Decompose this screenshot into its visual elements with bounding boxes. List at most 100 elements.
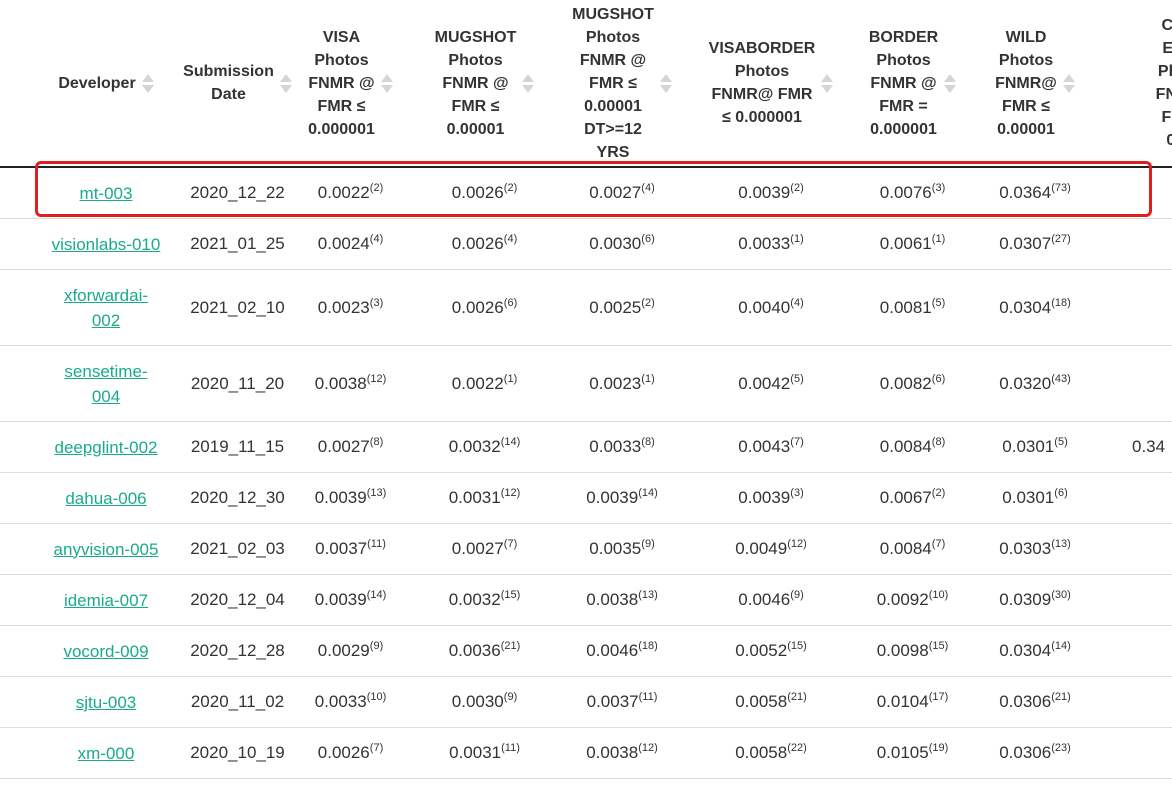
fnmr-cell: 0.0301(5) [974,421,1096,473]
rank-superscript: (2) [641,296,655,309]
fnmr-value: 0.0081 [879,297,932,317]
sort-up-icon [380,73,393,82]
column-header-visa[interactable]: VISA Photos FNMR @ FMR ≤ 0.000001 [285,0,416,168]
header-row: Developer Submission Date VISA Photos FNMR @ F… [0,0,1172,168]
rank-superscript: (30) [1051,589,1071,601]
fnmr-value: 0.0320 [999,373,1052,393]
fnmr-cell: 0.0043(7) [691,421,851,473]
fnmr-value: 0.0038 [586,590,639,609]
fnmr-cell: 0.0024(4) [285,218,416,270]
column-header-wild[interactable]: WILD Photos FNMR@ FMR ≤ 0.00001 [974,0,1096,168]
developer-link[interactable]: sjtu-003 [76,690,136,715]
column-header-content: VISABORDER Photos FNMR@ FMR ≤ 0.000001 [691,37,851,129]
rank-superscript: (14) [638,487,658,499]
rank-value: 19 [932,742,945,754]
sort-down-icon [821,84,834,93]
fnmr-cell: 0.0026(4) [416,218,553,270]
sort-icon[interactable] [659,73,672,93]
developer-link[interactable]: xforwardai-002 [60,283,152,333]
column-header-content: MUGSHOT Photos FNMR @ FMR ≤ 0.00001 [416,26,553,141]
column-header-content: VISA Photos FNMR @ FMR ≤ 0.000001 [285,26,416,141]
rank-value: 30 [1054,589,1068,601]
column-header-line: MUGSHOT [572,5,654,23]
developer-cell: xm-000 [0,727,190,779]
rank-superscript: (2) [790,182,804,194]
sort-down-icon [141,84,154,93]
rank-superscript: (6) [503,296,518,309]
submission-date-cell: 2020_12_28 [190,625,285,677]
developer-link[interactable]: visionlabs-010 [52,232,161,257]
rank-value: 21 [790,691,804,703]
fnmr-value: 0.0301 [1002,488,1055,507]
column-header-line: Photos [734,63,790,80]
submission-date-cell: 2019_11_15 [190,421,285,473]
sort-icon[interactable] [944,73,957,93]
fnmr-value: 0.0301 [1002,437,1055,456]
developer-link[interactable]: vocord-009 [63,639,148,664]
fnmr-cell: 0.0033(8) [553,421,691,473]
developer-cell: sensetime-004 [0,345,190,422]
fnmr-cell: 0.0092(10) [851,574,974,626]
sort-icon[interactable] [821,73,834,93]
column-header-visaborder[interactable]: VISABORDER Photos FNMR@ FMR ≤ 0.000001 [691,0,851,168]
rank-superscript: (14) [1051,640,1071,652]
column-header-label: WILD Photos FNMR@ FMR ≤ 0.00001 [995,26,1057,141]
sort-icon[interactable] [279,73,292,93]
developer-cell: visionlabs-010 [0,218,190,270]
column-header-submission-date[interactable]: Submission Date [183,0,292,168]
fnmr-cell: 0.0027(4) [553,167,691,219]
column-header-line: Submission [183,63,274,80]
fnmr-value: 0.0038 [586,743,639,762]
fnmr-cell: 0.0301(6) [974,472,1096,524]
fnmr-value: 0.0027 [451,539,504,558]
fnmr-cell: 0.0039(14) [285,574,416,626]
rank-value: 14 [370,589,383,601]
developer-link[interactable]: xm-000 [78,741,135,766]
fnmr-cell: 0.0049(12) [691,523,851,575]
column-header-line: FMR ≤ [1002,97,1050,115]
column-header-line: VISA [322,28,361,46]
rank-superscript: (11) [367,538,386,550]
fnmr-value: 0.0042 [738,373,791,393]
fnmr-cell: 0.0084(7) [851,523,974,575]
column-header-line: Date [211,86,246,103]
rank-superscript: (1) [641,372,655,385]
rank-superscript: (13) [638,589,658,601]
developer-link[interactable]: dahua-006 [65,486,146,511]
developer-link[interactable]: sensetime-004 [60,359,152,409]
fnmr-value: 0.0309 [999,590,1052,609]
sort-down-icon [944,84,957,93]
fnmr-value: 0.0364 [999,183,1052,202]
extra-column-cell [1096,676,1172,728]
sort-icon[interactable] [1062,73,1075,93]
sort-down-icon [1062,84,1075,93]
column-header-developer[interactable]: Developer [0,0,190,168]
table-row: xforwardai-002 2021_02_10 0.0023(3) 0.0026(… [0,269,1172,346]
column-header-mugshot[interactable]: MUGSHOT Photos FNMR @ FMR ≤ 0.00001 [416,0,553,168]
developer-link[interactable]: mt-003 [80,181,133,206]
fnmr-cell: 0.0052(15) [691,625,851,677]
developer-link[interactable]: idemia-007 [64,588,148,613]
sort-icon[interactable] [522,73,535,93]
column-header-border[interactable]: BORDER Photos FNMR @ FMR = 0.000001 [851,0,974,168]
rank-superscript: (7) [931,538,946,550]
column-header-child-exploit[interactable]: CH EX Pho FNM FM 0. [1096,0,1172,168]
sort-icon[interactable] [380,73,393,93]
developer-link[interactable]: anyvision-005 [54,537,159,562]
fnmr-cell: 0.0307(27) [974,218,1096,270]
submission-date-cell: 2020_10_19 [190,727,285,779]
sort-icon[interactable] [141,73,154,93]
fnmr-value: 0.0052 [735,641,788,660]
rank-value: 10 [932,589,945,601]
fnmr-cell: 0.0032(14) [416,421,553,473]
column-header-line: FMR ≤ [451,97,500,115]
column-header-line: VISABORDER [708,40,816,57]
rank-value: 12 [641,742,655,754]
rank-value: 10 [370,691,383,703]
column-header-line: BORDER [868,28,939,46]
column-header-line: FNMR @ [442,74,509,92]
developer-link[interactable]: deepglint-002 [54,435,157,460]
fnmr-cell: 0.0035(9) [553,523,691,575]
fnmr-cell: 0.0025(2) [553,269,691,346]
column-header-mugshot-dt12[interactable]: MUGSHOT Photos FNMR @ FMR ≤ 0.00001 DT>=12 YRS [553,0,691,168]
